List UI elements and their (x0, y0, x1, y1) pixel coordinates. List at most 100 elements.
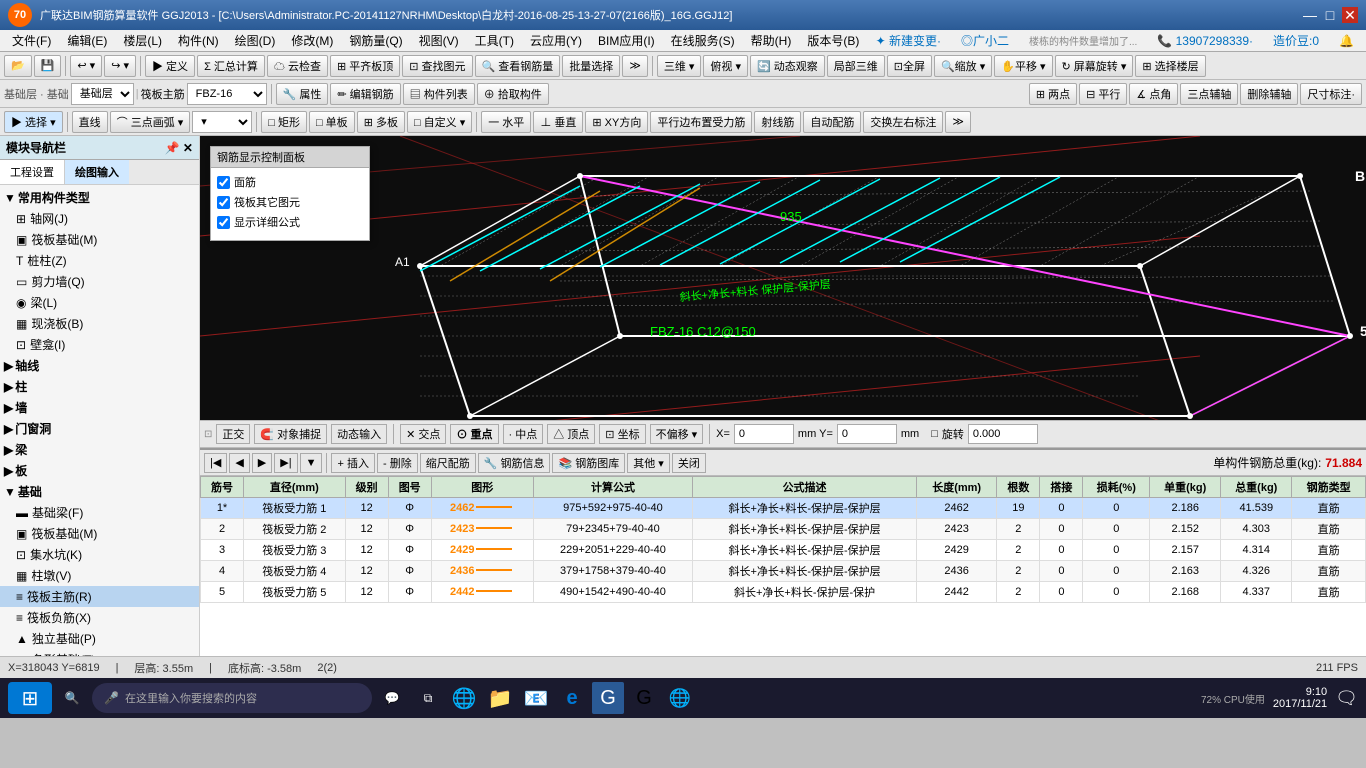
checkbox-other-elem[interactable]: 筏板其它图元 (217, 194, 363, 210)
taskbar-task-view-btn[interactable]: ⧉ (412, 682, 444, 714)
rotate-input[interactable] (968, 424, 1038, 444)
batch-select-btn[interactable]: 批量选择 (562, 55, 620, 77)
table-row[interactable]: 5筏板受力筋 512Φ2442490+1542+490-40-40斜长+净长+料… (201, 582, 1366, 603)
sidebar-item-found-beam[interactable]: ▬ 基础梁(F) (0, 502, 199, 523)
sidebar-item-raft-common[interactable]: ▣ 筏板基础(M) (0, 229, 199, 250)
group-foundation[interactable]: ▼ 基础 (0, 481, 199, 502)
table-row[interactable]: 1*筏板受力筋 112Φ2462975+592+975-40-40斜长+净长+料… (201, 498, 1366, 519)
group-col[interactable]: ▶ 柱 (0, 376, 199, 397)
component-list-btn[interactable]: ▤ 构件列表 (403, 83, 475, 105)
other-menu-btn[interactable]: 其他 ▾ (627, 453, 670, 473)
snap-btn[interactable]: 🧲 对象捕捉 (254, 424, 327, 444)
sidebar-item-pile-col[interactable]: T 桩柱(Z) (0, 250, 199, 271)
dim-label-btn[interactable]: 尺寸标注· (1300, 83, 1362, 105)
multi-board-btn[interactable]: ⊞ 多板 (357, 111, 405, 133)
filter-select[interactable]: FBZ-16 (187, 83, 267, 105)
expand-btn[interactable]: ▼ (300, 453, 323, 473)
menu-rebar-qty[interactable]: 钢筋量(Q) (341, 30, 410, 51)
cloud-check-btn[interactable]: ☁ 云检查 (267, 55, 328, 77)
taskbar-app-ie[interactable]: 🌐 (448, 682, 480, 714)
rebar-display-panel[interactable]: 钢筋显示控制面板 面筋 筏板其它图元 显示详细公式 (210, 146, 370, 241)
three-point-aux-btn[interactable]: 三点辅轴 (1180, 83, 1238, 105)
view-rebar-btn[interactable]: 🔍 查看钢筋量 (475, 55, 561, 77)
orbit-btn[interactable]: 🔄 动态观察 (750, 55, 825, 77)
3d-view-btn[interactable]: 三维 ▾ (657, 55, 702, 77)
redo-btn[interactable]: ↪ ▾ (104, 55, 136, 77)
sidebar-pin-btn[interactable]: 📌 ✕ (165, 141, 193, 155)
sidebar-item-raft-neg[interactable]: ≡ 筏板负筋(X) (0, 607, 199, 628)
center-btn[interactable]: · 中点 (503, 424, 544, 444)
taskbar-app-edge[interactable]: e (556, 682, 588, 714)
menu-help[interactable]: 帮助(H) (743, 30, 800, 51)
horizontal-btn[interactable]: 一 水平 (481, 111, 531, 133)
top-view-btn[interactable]: 俯视 ▾ (703, 55, 748, 77)
layer-select[interactable]: 基础层 (71, 83, 134, 105)
sidebar-item-axis[interactable]: ⊞ 轴网(J) (0, 208, 199, 229)
two-point-btn[interactable]: ⊞ 两点 (1029, 83, 1077, 105)
menu-cloud[interactable]: 云应用(Y) (522, 30, 590, 51)
sidebar-item-niche[interactable]: ⊡ 壁龛(I) (0, 334, 199, 355)
taskbar-search-box[interactable]: 🎤 在这里输入你要搜索的内容 (92, 683, 372, 713)
swap-label-btn[interactable]: 交换左右标注 (863, 111, 943, 133)
taskbar-app-extra[interactable]: 🌐 (664, 682, 696, 714)
table-row[interactable]: 3筏板受力筋 312Φ2429229+2051+229-40-40斜长+净长+料… (201, 540, 1366, 561)
phone-btn[interactable]: 📞 13907298339· (1149, 32, 1261, 50)
menu-draw[interactable]: 绘图(D) (227, 30, 284, 51)
pan-btn[interactable]: ✋平移 ▾ (994, 55, 1052, 77)
custom-btn[interactable]: □ 自定义 ▾ (407, 111, 472, 133)
menu-online[interactable]: 在线服务(S) (663, 30, 743, 51)
menu-modify[interactable]: 修改(M) (283, 30, 341, 51)
auto-config-btn[interactable]: 自动配筋 (803, 111, 861, 133)
menu-file[interactable]: 文件(F) (4, 30, 59, 51)
angle-btn[interactable]: ∡ 点角 (1129, 83, 1178, 105)
close-btn-title[interactable]: ✕ (1342, 7, 1358, 23)
vertical-btn[interactable]: ⊥ 垂直 (533, 111, 583, 133)
menu-bim[interactable]: BIM应用(I) (590, 30, 663, 51)
taskbar-app-mail[interactable]: 📧 (520, 682, 552, 714)
sidebar-item-ind-found[interactable]: ▲ 独立基础(P) (0, 628, 199, 649)
menu-view[interactable]: 视图(V) (411, 30, 467, 51)
formula-check[interactable] (217, 216, 230, 229)
del-aux-btn[interactable]: 删除辅轴 (1240, 83, 1298, 105)
start-button[interactable]: ⊞ (8, 682, 52, 714)
undo-btn[interactable]: ↩ ▾ (70, 55, 102, 77)
y-input[interactable] (837, 424, 897, 444)
taskbar-app-ggj[interactable]: G (592, 682, 624, 714)
group-opening[interactable]: ▶ 门窗洞 (0, 418, 199, 439)
bell-icon[interactable]: 🔔 (1331, 32, 1362, 50)
select-mode-btn[interactable]: ▶ 选择 ▾ (4, 111, 63, 133)
menu-tools[interactable]: 工具(T) (467, 30, 522, 51)
menu-edit[interactable]: 编辑(E) (59, 30, 115, 51)
select-floor-btn[interactable]: ⊞ 选择楼层 (1135, 55, 1205, 77)
group-beam[interactable]: ▶ 梁 (0, 439, 199, 460)
arc-btn[interactable]: ⌒ 三点画弧 ▾ (110, 111, 191, 133)
taskbar-app-folder[interactable]: 📁 (484, 682, 516, 714)
open-file-btn[interactable]: 📂 (4, 55, 32, 77)
nav-tab-draw[interactable]: 绘图输入 (65, 160, 129, 184)
new-change-btn[interactable]: ✦ 新建变更· (868, 30, 949, 51)
midpt-btn[interactable]: ⊙ 重点 (450, 424, 498, 444)
dynamic-input-btn[interactable]: 动态输入 (331, 424, 387, 444)
sidebar-item-shear-wall[interactable]: ▭ 剪力墙(Q) (0, 271, 199, 292)
save-file-btn[interactable]: 💾 (34, 55, 62, 77)
straight-line-btn[interactable]: 直线 (72, 111, 108, 133)
zoom-btn[interactable]: 🔍缩放 ▾ (934, 55, 992, 77)
define-btn[interactable]: ▶ 定义 (145, 55, 195, 77)
rect-btn[interactable]: □ 矩形 (261, 111, 307, 133)
parallel-force-btn[interactable]: 平行边布置受力筋 (650, 111, 752, 133)
taskbar-app-chrome[interactable]: G (628, 682, 660, 714)
edit-rebar-btn[interactable]: ✏ 编辑钢筋 (330, 83, 400, 105)
xy-dir-btn[interactable]: ⊞ XY方向 (585, 111, 648, 133)
scale-rebar-btn[interactable]: 缩尺配筋 (420, 453, 476, 473)
nav-tab-project[interactable]: 工程设置 (0, 160, 65, 184)
orthogonal-btn[interactable]: 正交 (216, 424, 250, 444)
sidebar-item-col-pier[interactable]: ▦ 柱墩(V) (0, 565, 199, 586)
menu-version[interactable]: 版本号(B) (799, 30, 867, 51)
x-input[interactable] (734, 424, 794, 444)
taskbar-cortana-icon[interactable]: 💬 (376, 682, 408, 714)
first-record-btn[interactable]: |◀ (204, 453, 227, 473)
group-slab[interactable]: ▶ 板 (0, 460, 199, 481)
rebar-lib-btn[interactable]: 📚 钢筋图库 (552, 453, 625, 473)
menu-component[interactable]: 构件(N) (170, 30, 227, 51)
sidebar-item-cast-slab[interactable]: ▦ 现浇板(B) (0, 313, 199, 334)
